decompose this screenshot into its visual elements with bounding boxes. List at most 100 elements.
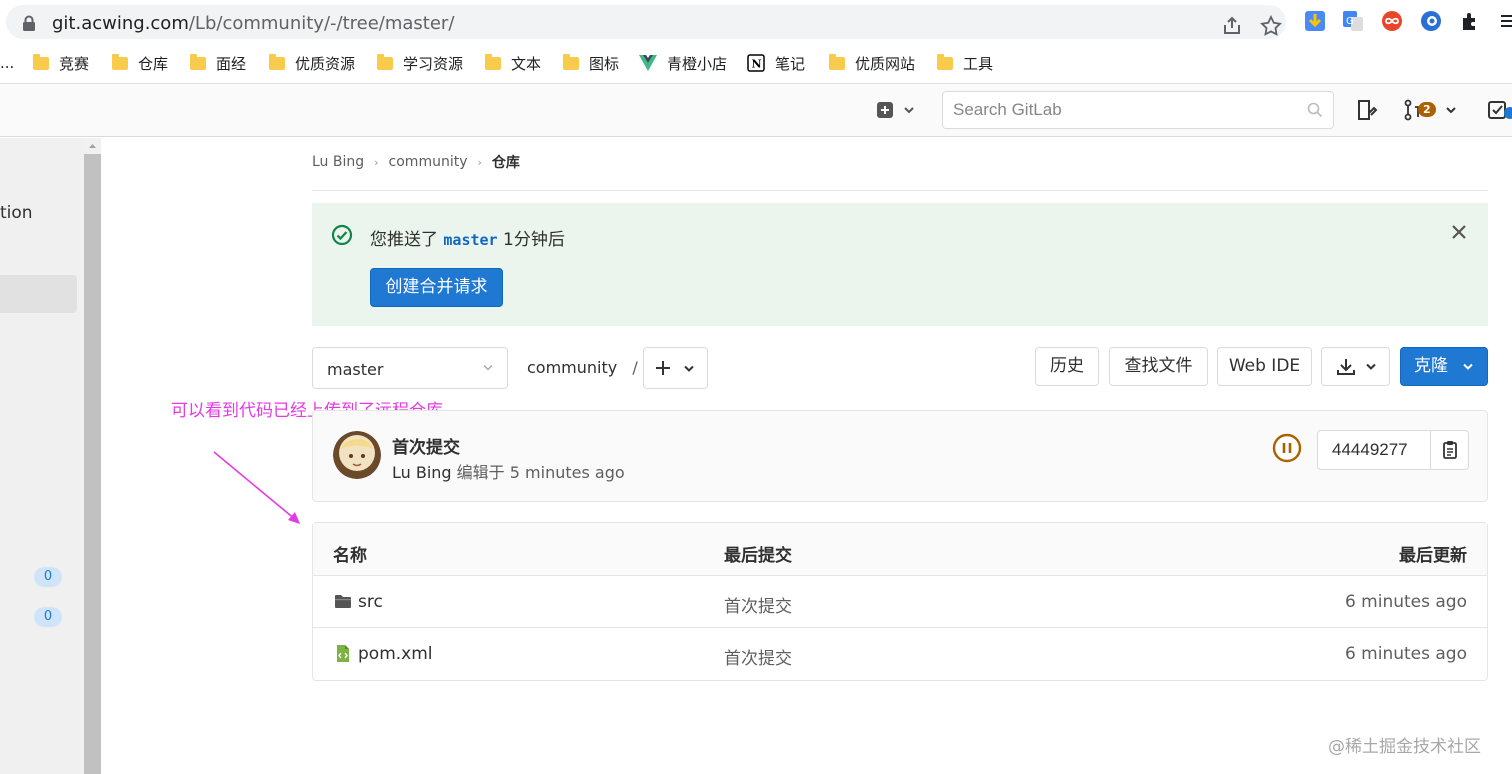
chevron-down-icon <box>483 364 493 371</box>
breadcrumb-project[interactable]: community <box>389 154 468 170</box>
copy-icon <box>1443 441 1457 459</box>
browser-menu-icon[interactable] <box>1500 10 1512 32</box>
commit-title[interactable]: 首次提交 <box>392 433 460 458</box>
table-row[interactable]: src 首次提交 6 minutes ago <box>313 576 1487 628</box>
create-merge-request-button[interactable]: 创建合并请求 <box>370 268 503 307</box>
file-tree-table: 名称 最后提交 最后更新 src 首次提交 6 minutes ago pom.… <box>312 522 1488 681</box>
bookmark-notion[interactable]: N 笔记 <box>747 52 805 74</box>
file-name-link[interactable]: src <box>358 592 383 612</box>
folder-icon <box>937 53 953 70</box>
address-bar[interactable]: git.acwing.com/Lb/community/-/tree/maste… <box>6 5 1286 39</box>
folder-icon <box>33 53 49 70</box>
web-ide-button[interactable]: Web IDE <box>1217 347 1312 386</box>
infinity-extension-icon[interactable] <box>1381 10 1403 32</box>
repo-path: community / <box>527 358 638 377</box>
breadcrumb-divider <box>312 190 1488 191</box>
commit-sha[interactable]: 44449277 <box>1332 440 1408 460</box>
translate-extension-icon[interactable]: G <box>1342 10 1364 32</box>
file-last-commit-link[interactable]: 首次提交 <box>724 644 792 669</box>
breadcrumb: Lu Bing › community › 仓库 <box>312 152 520 172</box>
sidebar-scrollbar[interactable] <box>84 138 101 774</box>
copy-sha-button[interactable] <box>1430 431 1469 469</box>
file-name-link[interactable]: pom.xml <box>358 644 433 664</box>
bookmark-folder-10[interactable]: 优质网站 <box>829 52 915 74</box>
bookmark-folder-11[interactable]: 工具 <box>937 52 993 74</box>
xml-file-icon <box>337 645 349 662</box>
close-icon[interactable] <box>1451 224 1467 240</box>
gitlab-search-box[interactable] <box>942 91 1334 129</box>
find-file-button[interactable]: 查找文件 <box>1109 347 1208 386</box>
scroll-up-icon <box>89 144 96 148</box>
url-text: git.acwing.com/Lb/community/-/tree/maste… <box>52 13 455 34</box>
folder-icon <box>485 53 501 70</box>
search-icon <box>1307 102 1323 118</box>
merge-requests-menu[interactable]: 2 <box>1404 98 1458 122</box>
breadcrumb-current[interactable]: 仓库 <box>492 152 520 172</box>
todos-icon[interactable] <box>1488 99 1512 121</box>
bookmark-overflow[interactable]: ... <box>0 52 14 74</box>
chevron-down-icon <box>1463 363 1473 370</box>
history-button[interactable]: 历史 <box>1035 347 1099 386</box>
commit-time: 5 minutes ago <box>509 463 625 482</box>
gitlab-header: 2 <box>0 85 1512 137</box>
bookmark-folder-2[interactable]: 仓库 <box>112 52 168 74</box>
sidebar-item-partial[interactable]: tion <box>0 203 33 223</box>
sidebar-count-badge: 0 <box>34 607 62 627</box>
browser-url-bar: git.acwing.com/Lb/community/-/tree/maste… <box>0 0 1512 44</box>
file-last-updated: 6 minutes ago <box>1344 592 1467 612</box>
bookmark-folder-5[interactable]: 学习资源 <box>377 52 463 74</box>
column-last-commit-header: 最后提交 <box>724 546 792 566</box>
extensions-puzzle-icon[interactable] <box>1459 10 1481 32</box>
folder-icon <box>377 53 393 70</box>
repo-path-root[interactable]: community <box>527 358 617 377</box>
svg-text:N: N <box>752 58 762 71</box>
table-header: 名称 最后提交 最后更新 <box>313 523 1487 576</box>
search-input[interactable] <box>953 98 1293 122</box>
clone-button[interactable]: 克隆 <box>1400 347 1488 386</box>
share-icon[interactable] <box>1221 15 1243 37</box>
new-item-dropdown-icon[interactable] <box>876 101 916 119</box>
plus-icon <box>656 361 670 375</box>
table-row[interactable]: pom.xml 首次提交 6 minutes ago <box>313 628 1487 680</box>
merge-request-count-badge: 2 <box>1418 102 1436 117</box>
download-extension-icon[interactable] <box>1304 10 1326 32</box>
success-check-icon <box>331 224 353 246</box>
chevron-down-icon <box>1366 363 1376 370</box>
notion-logo-icon: N <box>747 54 765 72</box>
breadcrumb-separator-icon: › <box>477 155 482 169</box>
folder-icon <box>563 53 579 70</box>
breadcrumb-owner[interactable]: Lu Bing <box>312 154 364 170</box>
bookmark-folder-1[interactable]: 竞赛 <box>33 52 89 74</box>
bookmark-vue-site[interactable]: 青橙小店 <box>639 52 727 74</box>
commit-meta: Lu Bing 编辑于 5 minutes ago <box>392 463 625 482</box>
issues-icon[interactable] <box>1356 99 1378 121</box>
last-commit-panel: 首次提交 Lu Bing 编辑于 5 minutes ago 44449277 <box>312 410 1488 502</box>
bookmark-star-icon[interactable] <box>1260 15 1282 37</box>
add-to-tree-dropdown[interactable] <box>643 347 708 389</box>
chevron-down-icon <box>684 365 694 372</box>
edge-extension-icon[interactable] <box>1420 10 1442 32</box>
commit-sha-group: 44449277 <box>1317 430 1469 470</box>
bookmark-folder-7[interactable]: 图标 <box>563 52 619 74</box>
bookmark-folder-4[interactable]: 优质资源 <box>269 52 355 74</box>
branch-selector-value: master <box>327 360 384 379</box>
branch-selector[interactable]: master <box>312 347 508 389</box>
chevron-down-icon <box>1446 107 1456 114</box>
commit-author[interactable]: Lu Bing <box>392 463 452 482</box>
scrollbar-up-arrow[interactable] <box>84 138 101 154</box>
push-alert: 您推送了 master 1分钟后 创建合并请求 <box>312 203 1488 326</box>
lock-icon <box>23 15 35 31</box>
column-last-update-header: 最后更新 <box>1399 546 1467 566</box>
pushed-branch-name[interactable]: master <box>443 231 497 249</box>
pipeline-status-icon[interactable] <box>1272 433 1302 463</box>
bookmark-folder-3[interactable]: 面经 <box>190 52 246 74</box>
folder-icon <box>112 53 128 70</box>
download-dropdown[interactable] <box>1321 347 1390 386</box>
file-last-commit-link[interactable]: 首次提交 <box>724 592 792 617</box>
sidebar-item-active[interactable] <box>0 275 77 313</box>
bookmark-folder-6[interactable]: 文本 <box>485 52 541 74</box>
avatar[interactable] <box>333 431 381 479</box>
folder-icon <box>335 595 351 608</box>
annotation-arrow-icon <box>213 451 300 524</box>
folder-icon <box>829 53 845 70</box>
